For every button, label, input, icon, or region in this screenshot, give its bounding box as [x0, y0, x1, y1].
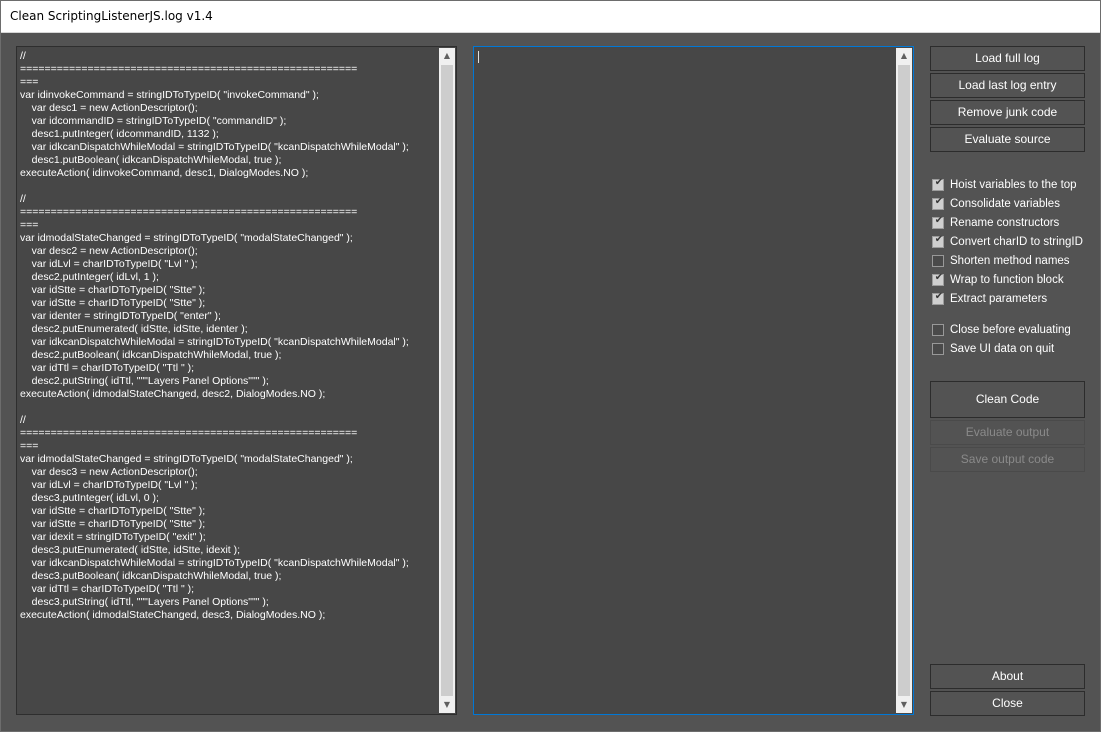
source-scrollbar[interactable]: ▲ ▼ — [439, 48, 455, 713]
text-caret — [478, 51, 479, 63]
save-output-code-button[interactable]: Save output code — [930, 447, 1085, 472]
checkbox[interactable]: ✔ — [932, 215, 944, 229]
output-code-textarea[interactable]: ▲ ▼ — [473, 46, 914, 715]
about-button[interactable]: About — [930, 664, 1085, 689]
option-label: Hoist variables to the top — [950, 179, 1077, 191]
option-hoist-variables[interactable]: ✔ Hoist variables to the top — [932, 177, 1077, 193]
checkbox[interactable]: ✔ — [932, 177, 944, 191]
setting-save-ui-data[interactable]: Save UI data on quit — [932, 341, 1054, 357]
checkbox[interactable]: ✔ — [932, 291, 944, 305]
option-label: Extract parameters — [950, 293, 1048, 305]
window-title: Clean ScriptingListenerJS.log v1.4 — [10, 9, 213, 23]
setting-close-before-evaluating[interactable]: Close before evaluating — [932, 322, 1071, 338]
load-full-log-button[interactable]: Load full log — [930, 46, 1085, 71]
option-wrap-function-block[interactable]: ✔ Wrap to function block — [932, 272, 1064, 288]
scrollbar-thumb[interactable] — [441, 65, 453, 696]
scroll-down-icon[interactable]: ▼ — [439, 697, 455, 713]
close-button[interactable]: Close — [930, 691, 1085, 716]
option-rename-constructors[interactable]: ✔ Rename constructors — [932, 215, 1059, 231]
option-shorten-method-names[interactable]: Shorten method names — [932, 253, 1070, 269]
output-scrollbar[interactable]: ▲ ▼ — [896, 48, 912, 713]
scrollbar-thumb[interactable] — [898, 65, 910, 696]
option-consolidate-variables[interactable]: ✔ Consolidate variables — [932, 196, 1060, 212]
scroll-up-icon[interactable]: ▲ — [439, 48, 455, 64]
checkmark-icon: ✔ — [934, 215, 944, 226]
checkbox[interactable]: ✔ — [932, 196, 944, 210]
option-label: Consolidate variables — [950, 198, 1060, 210]
checkmark-icon: ✔ — [934, 291, 944, 302]
scroll-up-icon[interactable]: ▲ — [896, 48, 912, 64]
option-label: Convert charID to stringID — [950, 236, 1083, 248]
checkbox[interactable] — [932, 255, 944, 267]
checkbox[interactable] — [932, 343, 944, 355]
option-label: Wrap to function block — [950, 274, 1064, 286]
checkmark-icon: ✔ — [934, 234, 944, 245]
option-convert-charid[interactable]: ✔ Convert charID to stringID — [932, 234, 1083, 250]
option-label: Rename constructors — [950, 217, 1060, 229]
title-bar: Clean ScriptingListenerJS.log v1.4 — [0, 0, 1101, 33]
checkbox[interactable] — [932, 324, 944, 336]
scroll-down-icon[interactable]: ▼ — [896, 697, 912, 713]
checkmark-icon: ✔ — [934, 272, 944, 283]
setting-label: Close before evaluating — [950, 324, 1071, 336]
remove-junk-code-button[interactable]: Remove junk code — [930, 100, 1085, 125]
load-last-log-entry-button[interactable]: Load last log entry — [930, 73, 1085, 98]
setting-label: Save UI data on quit — [950, 343, 1055, 355]
checkmark-icon: ✔ — [934, 196, 944, 207]
checkbox[interactable]: ✔ — [932, 272, 944, 286]
checkmark-icon: ✔ — [934, 177, 944, 188]
evaluate-output-button[interactable]: Evaluate output — [930, 420, 1085, 445]
checkbox[interactable]: ✔ — [932, 234, 944, 248]
source-code-textarea[interactable]: // =====================================… — [16, 46, 457, 715]
option-extract-parameters[interactable]: ✔ Extract parameters — [932, 291, 1047, 307]
clean-code-button[interactable]: Clean Code — [930, 381, 1085, 418]
option-label: Shorten method names — [950, 255, 1070, 267]
evaluate-source-button[interactable]: Evaluate source — [930, 127, 1085, 152]
source-code-text: // =====================================… — [20, 50, 409, 621]
